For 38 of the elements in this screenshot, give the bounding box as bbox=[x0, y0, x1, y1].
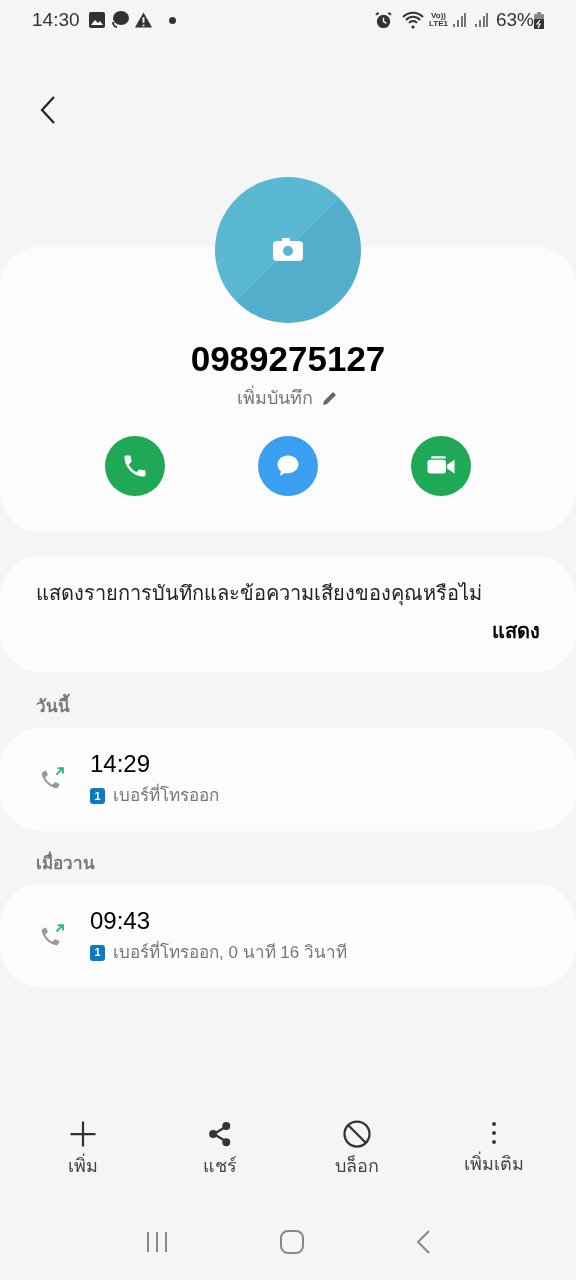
network-label: LTE1 bbox=[429, 20, 448, 28]
pencil-icon bbox=[321, 389, 339, 408]
chat-bubble-icon bbox=[109, 10, 130, 30]
show-button[interactable]: แสดง bbox=[492, 616, 540, 646]
call-detail: เบอร์ที่โทรออก, 0 นาที 16 วินาที bbox=[113, 939, 347, 964]
back-icon[interactable] bbox=[415, 1229, 431, 1255]
alarm-icon bbox=[374, 10, 393, 30]
add-note-button[interactable]: เพิ่มบันทึก bbox=[237, 384, 339, 412]
warning-icon bbox=[133, 11, 153, 29]
toolbar-button[interactable]: เพิ่ม bbox=[22, 1119, 143, 1180]
section-heading: วันนี้ bbox=[0, 694, 576, 720]
network-label: Vo)) bbox=[431, 12, 446, 20]
gallery-icon bbox=[87, 11, 106, 29]
sim-badge: 1 bbox=[90, 944, 105, 961]
wifi-icon bbox=[401, 10, 425, 30]
phone-number: 0989275127 bbox=[190, 338, 386, 380]
block-icon bbox=[341, 1119, 372, 1149]
call-time: 14:29 bbox=[90, 749, 152, 780]
toolbar-button[interactable]: เพิ่มเติม bbox=[433, 1119, 554, 1180]
home-icon[interactable] bbox=[279, 1229, 305, 1255]
call-time: 09:43 bbox=[90, 905, 152, 936]
prompt-text: แสดงรายการบันทึกและข้อความเสียงของคุณหรือไม่ bbox=[36, 581, 483, 608]
sim-badge: 1 bbox=[90, 788, 105, 804]
battery-charging-icon bbox=[534, 11, 544, 29]
more-icon bbox=[490, 1119, 497, 1147]
toolbar-button[interactable]: บล็อก bbox=[296, 1119, 417, 1180]
call-detail: เบอร์ที่โทรออก bbox=[113, 783, 219, 809]
recent-apps-icon[interactable] bbox=[145, 1230, 169, 1254]
section-heading: เมื่อวาน bbox=[35, 850, 96, 875]
back-icon bbox=[40, 96, 56, 124]
call-log-item[interactable]: 14:29 1 เบอร์ที่โทรออก bbox=[0, 727, 576, 831]
status-time: 14:30 bbox=[32, 7, 80, 32]
signal-icon bbox=[473, 11, 488, 29]
toolbar-button[interactable]: แชร์ bbox=[159, 1119, 280, 1180]
camera-icon bbox=[272, 238, 304, 262]
call-log-item[interactable]: 09:43 1 เบอร์ที่โทรออก, 0 นาที 16 วินาที bbox=[0, 884, 576, 987]
battery-percentage: 63% bbox=[495, 7, 534, 32]
signal-icon bbox=[451, 11, 466, 29]
